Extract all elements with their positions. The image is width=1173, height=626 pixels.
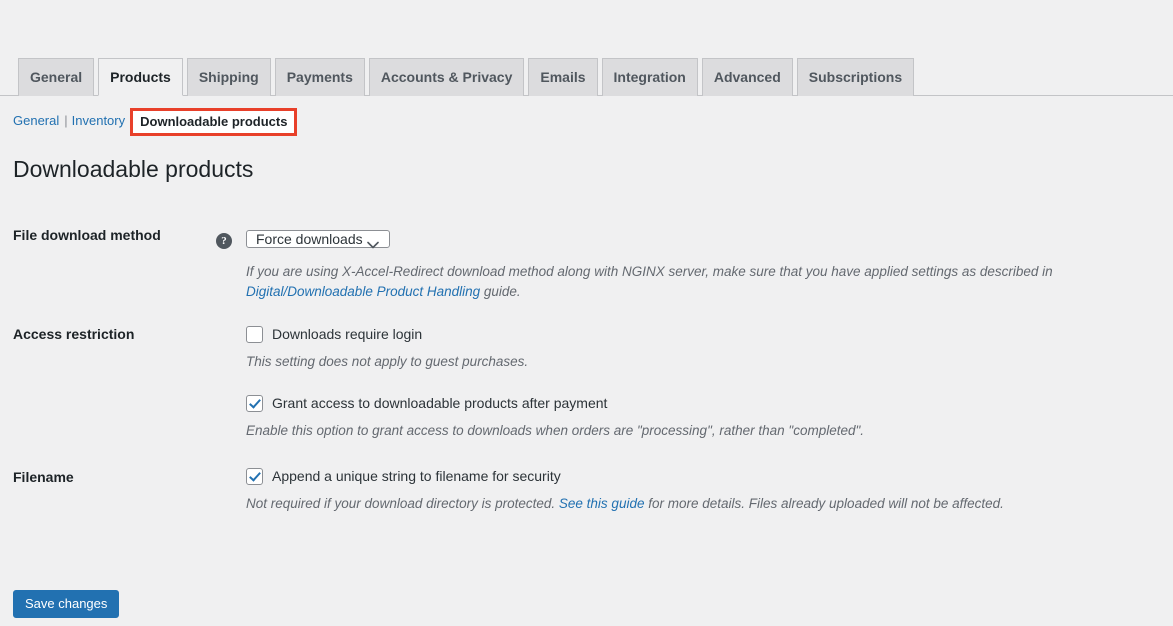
description-file-download-method: If you are using X-Accel-Redirect downlo… <box>246 262 1126 302</box>
highlight-annotation-box: Downloadable products <box>130 108 298 136</box>
checkbox-box-downloads-require-login[interactable] <box>246 326 263 343</box>
description-text-part1: If you are using X-Accel-Redirect downlo… <box>246 264 1053 279</box>
tab-payments[interactable]: Payments <box>274 58 365 96</box>
field-filename: Append a unique string to filename for s… <box>246 454 1173 527</box>
subnav-item-downloadable-products[interactable]: Downloadable products <box>140 114 287 129</box>
label-filename: Filename <box>13 469 74 485</box>
tab-shipping[interactable]: Shipping <box>186 58 271 96</box>
description-text-part2: guide. <box>480 284 521 299</box>
submit-area: Save changes <box>13 590 120 618</box>
description-filename: Not required if your download directory … <box>246 494 1163 514</box>
help-cell-access-restriction <box>200 315 246 454</box>
filename-description-part2: for more details. Files already uploaded… <box>644 496 1004 511</box>
subnav-item-inventory[interactable]: Inventory <box>72 113 125 128</box>
checkbox-box-append-unique-string[interactable] <box>246 468 263 485</box>
file-download-method-select[interactable]: Force downloads <box>246 230 390 248</box>
tab-advanced[interactable]: Advanced <box>701 58 793 96</box>
link-see-this-guide[interactable]: See this guide <box>559 496 645 511</box>
subnav-item-general[interactable]: General <box>13 113 59 128</box>
row-filename: Filename Append a unique string to filen… <box>0 454 1173 527</box>
settings-form-table: File download method ? Force downloads I… <box>0 212 1173 527</box>
field-file-download-method: Force downloads If you are using X-Accel… <box>246 212 1173 315</box>
settings-tab-bar: General Products Shipping Payments Accounts … <box>0 58 1173 96</box>
description-downloads-require-login: This setting does not apply to guest pur… <box>246 354 529 369</box>
save-changes-button[interactable]: Save changes <box>13 590 120 618</box>
filename-description-part1: Not required if your download directory … <box>246 496 559 511</box>
row-access-restriction: Access restriction Downloads require log… <box>0 315 1173 454</box>
help-icon[interactable]: ? <box>216 233 232 249</box>
checkbox-box-grant-access-after-payment[interactable] <box>246 395 263 412</box>
checkbox-label-grant-access-after-payment: Grant access to downloadable products af… <box>272 395 608 411</box>
description-grant-access-after-payment: Enable this option to grant access to do… <box>246 423 865 438</box>
tab-accounts-privacy[interactable]: Accounts & Privacy <box>368 58 525 96</box>
tab-general[interactable]: General <box>18 58 95 96</box>
help-cell-file-download-method: ? <box>200 212 246 315</box>
tab-products[interactable]: Products <box>98 58 183 96</box>
row-file-download-method: File download method ? Force downloads I… <box>0 212 1173 315</box>
checkbox-append-unique-string[interactable]: Append a unique string to filename for s… <box>246 467 1163 485</box>
subnav-separator: | <box>64 113 68 128</box>
label-access-restriction: Access restriction <box>13 326 135 342</box>
page-title: Downloadable products <box>13 156 254 182</box>
file-download-method-select-wrapper: Force downloads <box>246 225 390 254</box>
link-digital-downloadable-product-handling[interactable]: Digital/Downloadable Product Handling <box>246 284 480 299</box>
checkbox-downloads-require-login[interactable]: Downloads require login <box>246 325 1163 343</box>
checkbox-label-downloads-require-login: Downloads require login <box>272 326 423 342</box>
tab-emails[interactable]: Emails <box>528 58 598 96</box>
checkbox-grant-access-after-payment[interactable]: Grant access to downloadable products af… <box>246 394 1163 412</box>
tab-subscriptions[interactable]: Subscriptions <box>796 58 915 96</box>
field-access-restriction: Downloads require login This setting doe… <box>246 315 1173 454</box>
subnav: General | Inventory Downloadable products <box>13 107 298 136</box>
checkbox-label-append-unique-string: Append a unique string to filename for s… <box>272 468 561 484</box>
tab-integration[interactable]: Integration <box>601 58 698 96</box>
help-cell-filename <box>200 454 246 527</box>
label-file-download-method: File download method <box>13 227 161 243</box>
